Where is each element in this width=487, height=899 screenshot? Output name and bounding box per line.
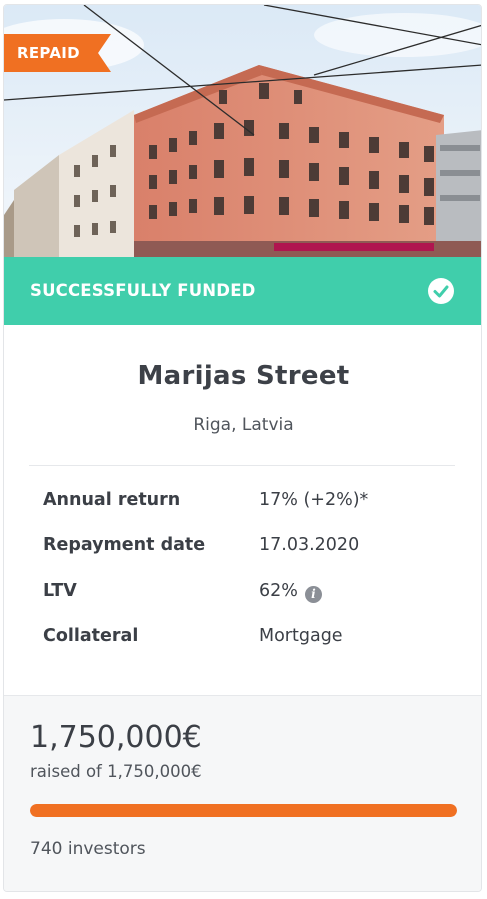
divider	[29, 465, 455, 466]
funding-progress-bar	[30, 804, 457, 817]
funding-summary: 1,750,000€ raised of 1,750,000€ 740 inve…	[4, 695, 481, 891]
detail-value: 62%	[259, 581, 298, 601]
detail-row-repayment-date: Repayment date 17.03.2020	[4, 535, 481, 559]
detail-value: 17.03.2020	[259, 535, 360, 555]
detail-key: Collateral	[43, 626, 139, 646]
detail-row-collateral: Collateral Mortgage	[4, 626, 481, 650]
detail-key: Annual return	[43, 490, 181, 510]
repaid-badge: REPAID	[4, 34, 111, 72]
detail-row-ltv: LTV 62% i	[4, 581, 481, 605]
project-location: Riga, Latvia	[193, 415, 294, 435]
funded-banner: SUCCESSFULLY FUNDED	[4, 257, 481, 325]
investor-count: 740 investors	[30, 839, 146, 859]
detail-key: LTV	[43, 581, 77, 601]
detail-row-annual-return: Annual return 17% (+2%)*	[4, 490, 481, 514]
funded-label: SUCCESSFULLY FUNDED	[30, 281, 256, 300]
project-title[interactable]: Marijas Street	[4, 361, 481, 391]
info-icon[interactable]: i	[304, 586, 322, 603]
detail-value: Mortgage	[259, 626, 343, 646]
project-photo[interactable]: REPAID	[4, 5, 481, 257]
raised-of-total: raised of 1,750,000€	[30, 762, 202, 781]
funding-progress-fill	[30, 804, 457, 817]
raised-amount: 1,750,000€	[30, 720, 202, 755]
detail-key: Repayment date	[43, 535, 206, 555]
project-card[interactable]: REPAID SUCCESSFULLY FUNDED Marijas Stree…	[3, 4, 482, 892]
check-circle-icon	[428, 278, 454, 304]
detail-value: 17% (+2%)*	[259, 490, 369, 510]
detail-value-wrap: 62% i	[259, 581, 322, 603]
